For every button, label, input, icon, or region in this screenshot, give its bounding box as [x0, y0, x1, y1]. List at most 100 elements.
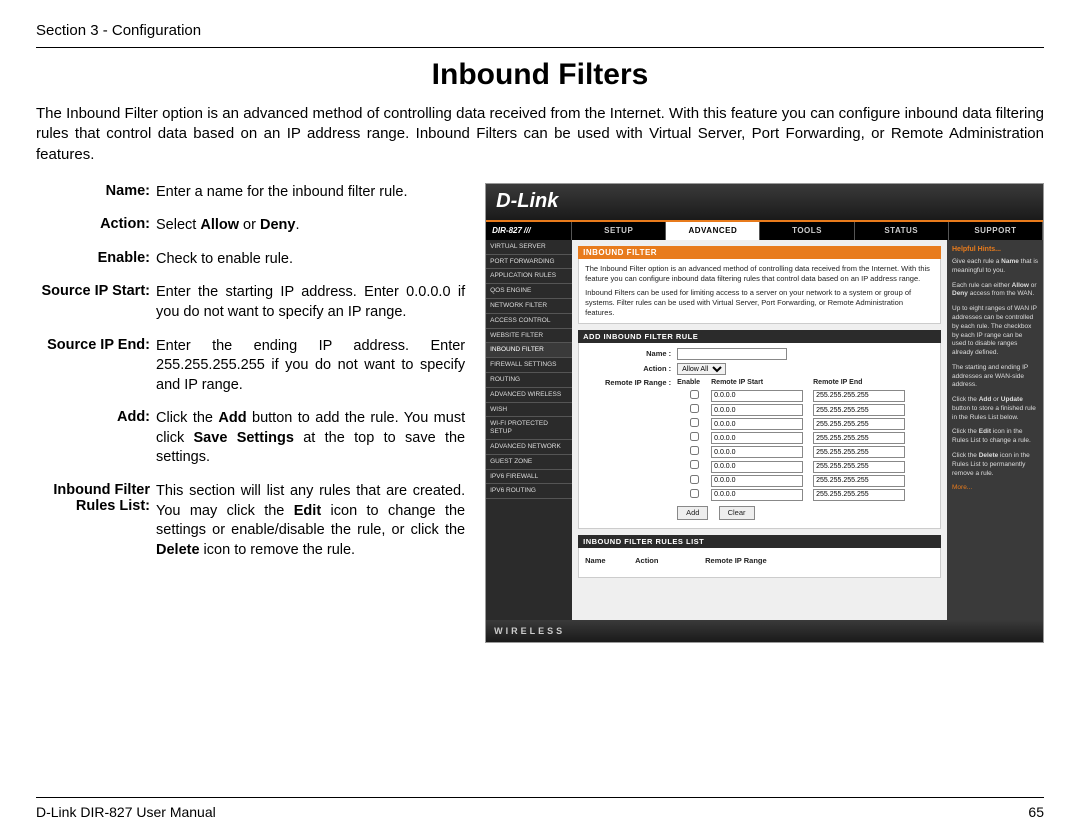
sidebar-item[interactable]: WI-FI PROTECTED SETUP	[486, 417, 572, 440]
definition-row: Add:Click the Add button to add the rule…	[36, 409, 465, 468]
ip-end-input[interactable]	[813, 418, 905, 430]
sidebar-item[interactable]: WEBSITE FILTER	[486, 329, 572, 344]
ip-start-input[interactable]	[711, 475, 803, 487]
col-start: Remote IP Start	[711, 378, 813, 387]
definition-label: Action:	[36, 216, 156, 236]
definition-text: Enter the ending IP address. Enter 255.2…	[156, 337, 465, 396]
clear-button[interactable]: Clear	[719, 506, 755, 520]
sidebar-item[interactable]: ACCESS CONTROL	[486, 314, 572, 329]
definitions-list: Name:Enter a name for the inbound filter…	[36, 183, 465, 560]
hint-p3: Up to eight ranges of WAN IP addresses c…	[952, 305, 1038, 358]
panel-heading-inbound: INBOUND FILTER	[578, 246, 941, 259]
sidebar-item[interactable]: WISH	[486, 403, 572, 418]
ip-end-input[interactable]	[813, 390, 905, 402]
ip-range-row	[677, 390, 915, 402]
sidebar-item[interactable]: IPV6 FIREWALL	[486, 470, 572, 485]
ip-start-input[interactable]	[711, 390, 803, 402]
hint-p2: Each rule can either Allow or Deny acces…	[952, 282, 1038, 300]
tab-support[interactable]: SUPPORT	[949, 222, 1043, 240]
ip-end-input[interactable]	[813, 461, 905, 473]
sidebar-item[interactable]: FIREWALL SETTINGS	[486, 358, 572, 373]
col-enable: Enable	[677, 378, 711, 387]
ip-start-input[interactable]	[711, 432, 803, 444]
panel-body-add: Name : Action : Allow All Remote IP Rang…	[578, 343, 941, 529]
col-end: Remote IP End	[813, 378, 915, 387]
tab-advanced[interactable]: ADVANCED	[666, 222, 760, 240]
sidebar-item[interactable]: VIRTUAL SERVER	[486, 240, 572, 255]
tab-bar: DIR-827/// SETUPADVANCEDTOOLSSTATUSSUPPO…	[486, 222, 1043, 240]
panel-desc-2: Inbound Filters can be used for limiting…	[585, 288, 934, 318]
list-col-range: Remote IP Range	[705, 556, 934, 566]
definition-text: Select Allow or Deny.	[156, 216, 465, 236]
panel-heading-add: ADD INBOUND FILTER RULE	[578, 330, 941, 343]
ip-end-input[interactable]	[813, 446, 905, 458]
sidebar-item[interactable]: IPV6 ROUTING	[486, 484, 572, 499]
ip-start-input[interactable]	[711, 418, 803, 430]
header-rule	[36, 47, 1044, 48]
ip-end-input[interactable]	[813, 404, 905, 416]
range-label: Remote IP Range :	[585, 378, 677, 388]
sidebar-item[interactable]: INBOUND FILTER	[486, 343, 572, 358]
ip-start-input[interactable]	[711, 404, 803, 416]
ip-range-row	[677, 432, 915, 444]
add-button[interactable]: Add	[677, 506, 708, 520]
ip-range-row	[677, 475, 915, 487]
panel-body-inbound: The Inbound Filter option is an advanced…	[578, 259, 941, 325]
hints-title: Helpful Hints...	[952, 245, 1038, 254]
definition-row: Source IP Start:Enter the starting IP ad…	[36, 283, 465, 322]
ip-end-input[interactable]	[813, 432, 905, 444]
enable-checkbox[interactable]	[690, 460, 699, 469]
ip-end-input[interactable]	[813, 489, 905, 501]
ip-range-row	[677, 460, 915, 472]
hint-p1: Give each rule a Name that is meaningful…	[952, 258, 1038, 276]
sidebar-item[interactable]: ADVANCED NETWORK	[486, 440, 572, 455]
ip-start-input[interactable]	[711, 446, 803, 458]
enable-checkbox[interactable]	[690, 390, 699, 399]
enable-checkbox[interactable]	[690, 475, 699, 484]
sidebar-item[interactable]: QOS ENGINE	[486, 284, 572, 299]
sidebar-nav: VIRTUAL SERVERPORT FORWARDINGAPPLICATION…	[486, 240, 572, 620]
name-input[interactable]	[677, 348, 787, 360]
definition-text: Check to enable rule.	[156, 250, 465, 270]
action-select[interactable]: Allow All	[677, 363, 726, 375]
definition-label: Enable:	[36, 250, 156, 270]
hint-p4: The starting and ending IP addresses are…	[952, 364, 1038, 390]
enable-checkbox[interactable]	[690, 418, 699, 427]
model-badge: DIR-827///	[486, 222, 572, 240]
tab-status[interactable]: STATUS	[855, 222, 949, 240]
screenshot-topbar: D-Link	[486, 184, 1043, 222]
sidebar-item[interactable]: NETWORK FILTER	[486, 299, 572, 314]
intro-paragraph: The Inbound Filter option is an advanced…	[36, 104, 1044, 165]
sidebar-item[interactable]: ADVANCED WIRELESS	[486, 388, 572, 403]
page-title: Inbound Filters	[36, 58, 1044, 92]
sidebar-item[interactable]: APPLICATION RULES	[486, 269, 572, 284]
definition-row: Inbound Filter Rules List:This section w…	[36, 482, 465, 560]
hints-panel: Helpful Hints... Give each rule a Name t…	[947, 240, 1043, 620]
ip-start-input[interactable]	[711, 489, 803, 501]
ip-range-row	[677, 446, 915, 458]
tab-tools[interactable]: TOOLS	[760, 222, 854, 240]
panel-heading-list: INBOUND FILTER RULES LIST	[578, 535, 941, 548]
enable-checkbox[interactable]	[690, 404, 699, 413]
definition-row: Enable:Check to enable rule.	[36, 250, 465, 270]
tab-setup[interactable]: SETUP	[572, 222, 666, 240]
sidebar-item[interactable]: PORT FORWARDING	[486, 255, 572, 270]
hints-more-link[interactable]: More...	[952, 484, 1038, 493]
definition-text: Enter the starting IP address. Enter 0.0…	[156, 283, 465, 322]
panel-body-list: Name Action Remote IP Range	[578, 548, 941, 578]
panel-desc-1: The Inbound Filter option is an advanced…	[585, 264, 934, 284]
definition-label: Add:	[36, 409, 156, 468]
enable-checkbox[interactable]	[690, 489, 699, 498]
ip-start-input[interactable]	[711, 461, 803, 473]
sidebar-item[interactable]: GUEST ZONE	[486, 455, 572, 470]
ip-end-input[interactable]	[813, 475, 905, 487]
footer-left: D-Link DIR-827 User Manual	[36, 804, 216, 820]
definition-text: This section will list any rules that ar…	[156, 482, 465, 560]
enable-checkbox[interactable]	[690, 446, 699, 455]
hint-p6: Click the Edit icon in the Rules List to…	[952, 428, 1038, 446]
definition-text: Enter a name for the inbound filter rule…	[156, 183, 465, 203]
sidebar-item[interactable]: ROUTING	[486, 373, 572, 388]
footer-page-number: 65	[1028, 804, 1044, 820]
enable-checkbox[interactable]	[690, 432, 699, 441]
definition-row: Action:Select Allow or Deny.	[36, 216, 465, 236]
